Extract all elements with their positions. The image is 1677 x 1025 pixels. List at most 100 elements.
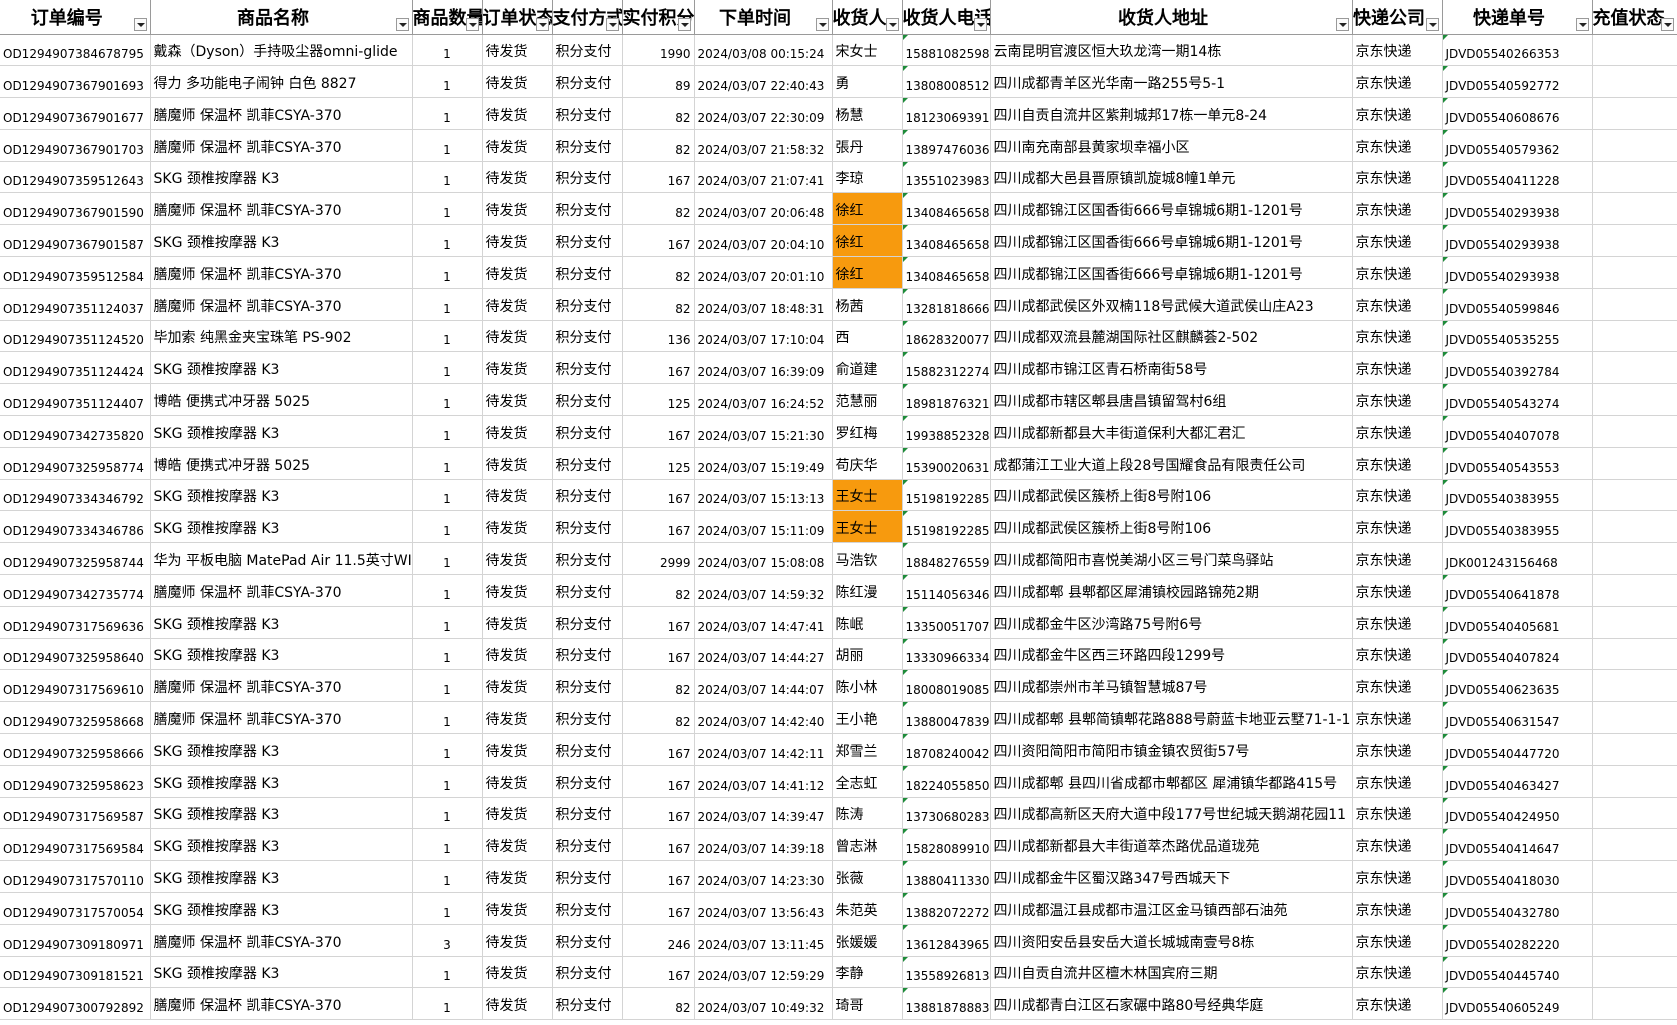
cell-courier[interactable]: 京东快递 xyxy=(1352,701,1443,735)
cell-pay[interactable]: 积分支付 xyxy=(552,34,623,67)
cell-product[interactable]: 膳魔师 保温杯 凯菲CSYA-370 xyxy=(150,701,413,735)
cell-recharge[interactable] xyxy=(1592,479,1677,512)
cell-phone[interactable]: 15198192285 xyxy=(902,510,991,544)
cell-product[interactable]: SKG 颈椎按摩器 K3 xyxy=(150,351,413,385)
cell-status[interactable]: 待发货 xyxy=(482,224,553,258)
cell-recharge[interactable] xyxy=(1592,956,1677,989)
cell-time[interactable]: 2024/03/07 17:10:04 xyxy=(694,320,833,353)
cell-product[interactable]: 膳魔师 保温杯 凯菲CSYA-370 xyxy=(150,924,413,957)
cell-points[interactable]: 82 xyxy=(622,987,695,1021)
cell-qty[interactable]: 1 xyxy=(412,161,483,194)
filter-dropdown-icon[interactable] xyxy=(815,17,829,31)
cell-qty[interactable]: 1 xyxy=(412,415,483,448)
column-header-points[interactable]: 实付积分 xyxy=(622,0,695,35)
cell-phone[interactable]: 15198192285 xyxy=(902,479,991,512)
cell-courier[interactable]: 京东快递 xyxy=(1352,447,1443,480)
cell-courier[interactable]: 京东快递 xyxy=(1352,415,1443,448)
cell-address[interactable]: 四川成都高新区天府大道中段177号世纪城天鹅湖花园11 xyxy=(990,797,1353,830)
cell-phone[interactable]: 18981876321 xyxy=(902,383,991,417)
cell-time[interactable]: 2024/03/07 10:49:32 xyxy=(694,987,833,1021)
cell-qty[interactable]: 3 xyxy=(412,924,483,957)
cell-order_id[interactable]: OD1294907342735820 xyxy=(0,415,151,448)
cell-qty[interactable]: 1 xyxy=(412,987,483,1021)
cell-status[interactable]: 待发货 xyxy=(482,415,553,448)
cell-phone[interactable]: 13408465658 xyxy=(902,192,991,226)
cell-tracking[interactable]: JDVD05540383955 xyxy=(1442,479,1593,512)
cell-receiver[interactable]: 胡丽 xyxy=(832,638,903,671)
cell-points[interactable]: 82 xyxy=(622,669,695,703)
cell-address[interactable]: 四川成都双流县麓湖国际社区麒麟荟2-502 xyxy=(990,320,1353,353)
cell-order_id[interactable]: OD1294907367901590 xyxy=(0,192,151,226)
cell-status[interactable]: 待发货 xyxy=(482,701,553,735)
cell-pay[interactable]: 积分支付 xyxy=(552,65,623,99)
cell-phone[interactable]: 13808008512 xyxy=(902,65,991,99)
cell-qty[interactable]: 1 xyxy=(412,129,483,162)
cell-address[interactable]: 四川成都武侯区外双楠118号武候大道武侯山庄A23 xyxy=(990,288,1353,321)
cell-phone[interactable]: 15882312274 xyxy=(902,351,991,385)
cell-product[interactable]: 博皓 便携式冲牙器 5025 xyxy=(150,447,413,480)
cell-status[interactable]: 待发货 xyxy=(482,320,553,353)
cell-pay[interactable]: 积分支付 xyxy=(552,510,623,544)
cell-phone[interactable]: 13551023983 xyxy=(902,161,991,194)
filter-dropdown-icon[interactable] xyxy=(395,17,409,31)
cell-courier[interactable]: 京东快递 xyxy=(1352,351,1443,385)
cell-phone[interactable]: 13880047839 xyxy=(902,701,991,735)
column-header-order_id[interactable]: 订单编号 xyxy=(0,0,151,35)
cell-address[interactable]: 四川成都锦江区国香街666号卓锦城6期1-1201号 xyxy=(990,256,1353,289)
cell-pay[interactable]: 积分支付 xyxy=(552,447,623,480)
cell-status[interactable]: 待发货 xyxy=(482,479,553,512)
cell-order_id[interactable]: OD1294907342735774 xyxy=(0,574,151,607)
cell-order_id[interactable]: OD1294907325958774 xyxy=(0,447,151,480)
cell-time[interactable]: 2024/03/07 15:19:49 xyxy=(694,447,833,480)
cell-pay[interactable]: 积分支付 xyxy=(552,256,623,289)
cell-time[interactable]: 2024/03/07 15:21:30 xyxy=(694,415,833,448)
cell-status[interactable]: 待发货 xyxy=(482,956,553,989)
cell-receiver[interactable]: 郑雪兰 xyxy=(832,733,903,766)
cell-time[interactable]: 2024/03/07 22:30:09 xyxy=(694,97,833,130)
cell-courier[interactable]: 京东快递 xyxy=(1352,256,1443,289)
column-header-product[interactable]: 商品名称 xyxy=(150,0,413,35)
cell-status[interactable]: 待发货 xyxy=(482,669,553,703)
cell-phone[interactable]: 13350051707 xyxy=(902,606,991,639)
cell-time[interactable]: 2024/03/07 13:56:43 xyxy=(694,892,833,925)
cell-tracking[interactable]: JDVD05540407824 xyxy=(1442,638,1593,671)
cell-phone[interactable]: 18224055850 xyxy=(902,765,991,798)
cell-address[interactable]: 四川成都青羊区光华南一路255号5-1 xyxy=(990,65,1353,99)
cell-phone[interactable]: 15881082598 xyxy=(902,34,991,67)
cell-status[interactable]: 待发货 xyxy=(482,161,553,194)
cell-order_id[interactable]: OD1294907325958668 xyxy=(0,701,151,735)
cell-phone[interactable]: 18708240042 xyxy=(902,733,991,766)
cell-address[interactable]: 四川成都金牛区蜀汉路347号西城天下 xyxy=(990,860,1353,894)
cell-recharge[interactable] xyxy=(1592,765,1677,798)
cell-pay[interactable]: 积分支付 xyxy=(552,987,623,1021)
cell-qty[interactable]: 1 xyxy=(412,479,483,512)
cell-tracking[interactable]: JDVD05540405681 xyxy=(1442,606,1593,639)
cell-address[interactable]: 四川成都郫 县四川省成都市郫都区 犀浦镇华都路415号 xyxy=(990,765,1353,798)
cell-product[interactable]: SKG 颈椎按摩器 K3 xyxy=(150,797,413,830)
cell-points[interactable]: 167 xyxy=(622,956,695,989)
cell-time[interactable]: 2024/03/07 16:39:09 xyxy=(694,351,833,385)
cell-qty[interactable]: 1 xyxy=(412,860,483,894)
cell-address[interactable]: 四川成都崇州市羊马镇智慧城87号 xyxy=(990,669,1353,703)
cell-qty[interactable]: 1 xyxy=(412,733,483,766)
cell-order_id[interactable]: OD1294907367901703 xyxy=(0,129,151,162)
cell-order_id[interactable]: OD1294907300792892 xyxy=(0,987,151,1021)
cell-courier[interactable]: 京东快递 xyxy=(1352,638,1443,671)
cell-pay[interactable]: 积分支付 xyxy=(552,129,623,162)
cell-time[interactable]: 2024/03/07 22:40:43 xyxy=(694,65,833,99)
cell-recharge[interactable] xyxy=(1592,161,1677,194)
cell-product[interactable]: SKG 颈椎按摩器 K3 xyxy=(150,510,413,544)
cell-tracking[interactable]: JDK001243156468 xyxy=(1442,542,1593,576)
cell-product[interactable]: SKG 颈椎按摩器 K3 xyxy=(150,161,413,194)
cell-points[interactable]: 125 xyxy=(622,383,695,417)
cell-points[interactable]: 82 xyxy=(622,97,695,130)
cell-phone[interactable]: 13881878883 xyxy=(902,987,991,1021)
cell-phone[interactable]: 18848276559 xyxy=(902,542,991,576)
cell-tracking[interactable]: JDVD05540411228 xyxy=(1442,161,1593,194)
cell-courier[interactable]: 京东快递 xyxy=(1352,510,1443,544)
cell-recharge[interactable] xyxy=(1592,701,1677,735)
cell-phone[interactable]: 13281818666 xyxy=(902,288,991,321)
cell-tracking[interactable]: JDVD05540463427 xyxy=(1442,765,1593,798)
cell-product[interactable]: SKG 颈椎按摩器 K3 xyxy=(150,860,413,894)
cell-receiver[interactable]: 張丹 xyxy=(832,129,903,162)
